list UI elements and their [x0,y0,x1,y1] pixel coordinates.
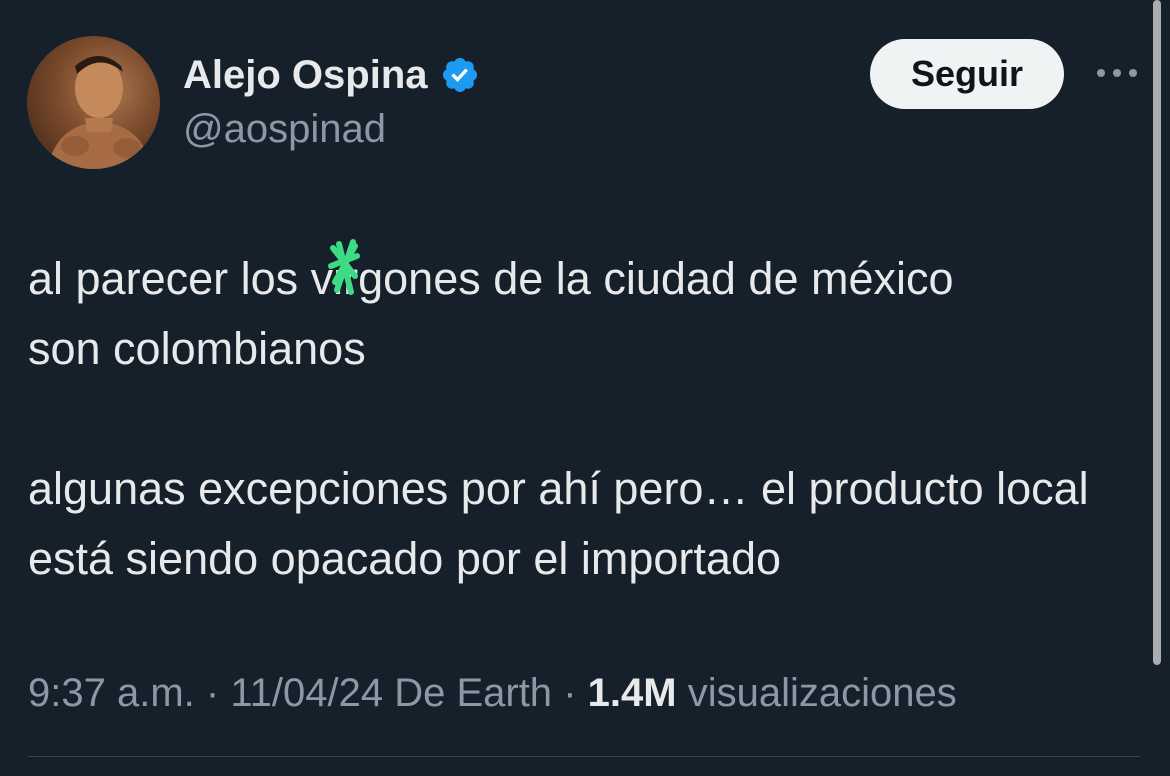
meta-separator: · [563,671,577,715]
tweet-text-before-scribble: al parecer los v [28,253,334,304]
avatar[interactable] [27,36,160,169]
tweet-meta: 9:37 a.m. · 11/04/24 De Earth · 1.4M vis… [28,668,957,718]
more-horizontal-icon[interactable] [1094,58,1140,88]
tweet-line-1: al parecer los vi rgones de la ciudad de… [28,239,1138,314]
tweet-paragraph-2: algunas excepciones por ahí pero… el pro… [28,463,1089,584]
follow-button[interactable]: Seguir [870,39,1064,109]
views-count: 1.4M [587,671,677,715]
scrollbar[interactable] [1153,0,1161,665]
author-display-name[interactable]: Alejo Ospina [183,52,428,98]
verified-badge-icon[interactable] [440,55,480,95]
tweet-date[interactable]: 11/04/24 [230,671,383,715]
tweet-source: De Earth [394,671,553,715]
author-name-row[interactable]: Alejo Ospina [183,52,480,98]
views-label: visualizaciones [687,671,957,715]
tweet: Alejo Ospina @aospinad Seguir al parecer… [0,0,1170,776]
obscured-letter: i [333,253,344,304]
tweet-line-2: son colombianos [28,323,366,374]
tweet-text: al parecer los vi rgones de la ciudad de… [28,239,1138,594]
author-handle[interactable]: @aospinad [183,106,386,152]
avatar-photo [47,56,151,169]
divider [28,756,1140,757]
tweet-time[interactable]: 9:37 a.m. [28,671,195,715]
tweet-text-after-scribble: rgones de la ciudad de méxico [343,253,954,304]
meta-separator: · [205,671,220,715]
scribbled-letter: i [328,239,361,314]
